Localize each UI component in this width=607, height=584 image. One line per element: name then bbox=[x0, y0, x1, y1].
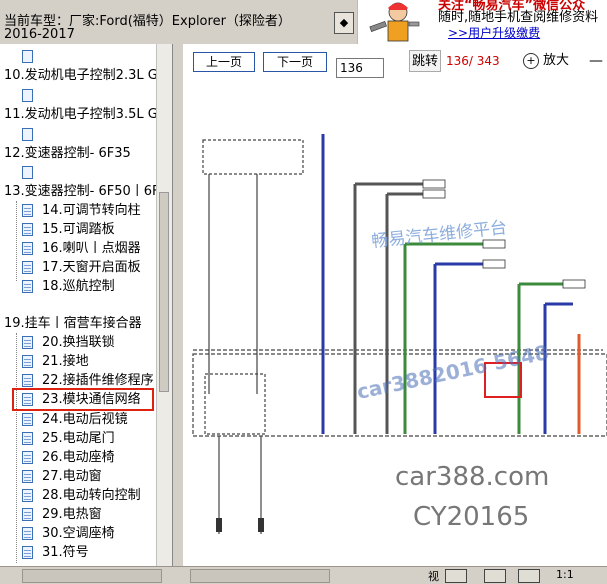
toolbar-button[interactable]: ◆ bbox=[334, 12, 354, 34]
doc-icon bbox=[22, 280, 33, 293]
fit-page-icon[interactable] bbox=[445, 569, 467, 583]
jump-button[interactable]: 跳转 bbox=[409, 50, 441, 72]
tree-item-31[interactable]: 31.符号 bbox=[22, 543, 89, 562]
zoom-in-label: 放大 bbox=[543, 53, 570, 68]
tree-item-30[interactable]: 30.空调座椅 bbox=[22, 524, 115, 543]
tree-item-23-selected[interactable]: 23.模块通信网络 bbox=[12, 388, 168, 411]
sidebar-scroll-thumb[interactable] bbox=[159, 192, 169, 392]
doc-icon bbox=[22, 128, 33, 141]
tree-item-17[interactable]: 17.天窗开启面板 bbox=[22, 258, 141, 277]
tree-item-15[interactable]: 15.可调踏板 bbox=[22, 220, 115, 239]
doc-icon bbox=[22, 204, 33, 217]
tree-item-10[interactable]: 10.发动机电子控制2.3L G bbox=[4, 66, 158, 85]
status-bar: 视 1:1 bbox=[0, 566, 607, 583]
ad-subline: 随时,随地手机查阅维修资料 bbox=[438, 10, 599, 25]
next-page-button[interactable]: 下一页 bbox=[263, 52, 327, 72]
tree-item-29[interactable]: 29.电热窗 bbox=[22, 505, 102, 524]
scale-label: 1:1 bbox=[556, 568, 574, 581]
upgrade-link[interactable]: >>用户升级缴费 bbox=[448, 24, 540, 41]
tree-item-label: 20.换挡联锁 bbox=[42, 335, 115, 350]
tree-item-19[interactable]: 19.挂车丨宿营车接合器 bbox=[4, 314, 142, 333]
zoom-in-button[interactable]: + 放大 bbox=[523, 50, 583, 72]
tree-item-label: 27.电动窗 bbox=[42, 469, 102, 484]
tree-item-21[interactable]: 21.接地 bbox=[22, 352, 89, 371]
doc-icon bbox=[22, 527, 33, 540]
page-count: 136/ 343 bbox=[446, 54, 500, 68]
doc-icon bbox=[22, 546, 33, 559]
doc-icon bbox=[22, 261, 33, 274]
diagram-viewer: 上一页 下一页 跳转 136/ 343 + 放大 — bbox=[183, 44, 607, 566]
doc-icon bbox=[22, 50, 33, 63]
doc-icon bbox=[22, 374, 33, 387]
car-model-years: 2016-2017 bbox=[4, 27, 75, 42]
chapter-tree[interactable]: 10.发动机电子控制2.3L G 11.发动机电子控制3.5L G 12.变速器… bbox=[0, 44, 173, 566]
tree-item-label: 28.电动转向控制 bbox=[42, 488, 141, 503]
doc-icon bbox=[22, 89, 33, 102]
tree-item-11[interactable]: 11.发动机电子控制3.5L G bbox=[4, 105, 158, 124]
actual-size-icon[interactable] bbox=[518, 569, 540, 583]
tree-item-label: 22.接插件维修程序 bbox=[42, 373, 154, 388]
doc-icon bbox=[22, 355, 33, 368]
doc-icon bbox=[22, 413, 33, 426]
status-panel bbox=[22, 569, 162, 583]
doc-icon bbox=[22, 470, 33, 483]
tree-item-26[interactable]: 26.电动座椅 bbox=[22, 448, 115, 467]
tree-item-24[interactable]: 24.电动后视镜 bbox=[22, 410, 128, 429]
tree-item-label: 14.可调节转向柱 bbox=[42, 203, 141, 218]
tree-item-label: 16.喇叭丨点烟器 bbox=[42, 241, 141, 256]
tree-item-label: 25.电动尾门 bbox=[42, 431, 115, 446]
doc-icon bbox=[22, 223, 33, 236]
top-bar: 当前车型：厂家:Ford(福特）Explorer（探险者） 2016-2017 … bbox=[0, 0, 607, 46]
page-number-input[interactable] bbox=[336, 58, 384, 78]
tree-item-27[interactable]: 27.电动窗 bbox=[22, 467, 102, 486]
tree-item-13[interactable]: 13.变速器控制- 6F50丨6F bbox=[4, 182, 160, 201]
tree-item-22[interactable]: 22.接插件维修程序 bbox=[22, 371, 154, 390]
doc-icon bbox=[22, 508, 33, 521]
zoom-plus-icon: + bbox=[523, 52, 539, 69]
tree-item-28[interactable]: 28.电动转向控制 bbox=[22, 486, 141, 505]
prev-page-button[interactable]: 上一页 bbox=[193, 52, 255, 72]
doc-icon bbox=[22, 489, 33, 502]
status-panel bbox=[190, 569, 330, 583]
doc-icon bbox=[22, 432, 33, 445]
tree-item-label: 17.天窗开启面板 bbox=[42, 260, 141, 275]
pane-splitter[interactable] bbox=[173, 44, 183, 566]
wiring-diagram[interactable] bbox=[183, 84, 607, 566]
tree-item-label: 24.电动后视镜 bbox=[42, 412, 128, 427]
tree-item-label: 26.电动座椅 bbox=[42, 450, 115, 465]
mechanic-mascot-icon bbox=[369, 2, 420, 42]
tree-item-14[interactable]: 14.可调节转向柱 bbox=[22, 201, 141, 220]
tree-item-label: 31.符号 bbox=[42, 545, 89, 560]
tree-item-20[interactable]: 20.换挡联锁 bbox=[22, 333, 115, 352]
site-watermark: car388.com bbox=[395, 462, 550, 492]
zoom-out-button[interactable]: — bbox=[589, 50, 607, 72]
doc-icon bbox=[22, 336, 33, 349]
tree-item-label: 15.可调踏板 bbox=[42, 222, 115, 237]
doc-icon bbox=[22, 451, 33, 464]
tree-item-label: 29.电热窗 bbox=[42, 507, 102, 522]
fit-width-icon[interactable] bbox=[484, 569, 506, 583]
code-watermark: CY20165 bbox=[413, 502, 530, 532]
doc-icon bbox=[22, 166, 33, 179]
viewer-toolbar: 上一页 下一页 跳转 136/ 343 + 放大 — bbox=[183, 44, 607, 84]
tree-item-12[interactable]: 12.变速器控制- 6F35 bbox=[4, 144, 131, 163]
tree-item-16[interactable]: 16.喇叭丨点烟器 bbox=[22, 239, 141, 258]
tree-item-label: 21.接地 bbox=[42, 354, 89, 369]
tree-item-18[interactable]: 18.巡航控制 bbox=[22, 277, 115, 296]
tree-item-label: 30.空调座椅 bbox=[42, 526, 115, 541]
ad-banner[interactable]: 关注“畅易汽车”微信公众 随时,随地手机查阅维修资料 >>用户升级缴费 bbox=[357, 0, 607, 46]
tree-item-25[interactable]: 25.电动尾门 bbox=[22, 429, 115, 448]
doc-icon bbox=[22, 242, 33, 255]
tree-item-label: 18.巡航控制 bbox=[42, 279, 115, 294]
